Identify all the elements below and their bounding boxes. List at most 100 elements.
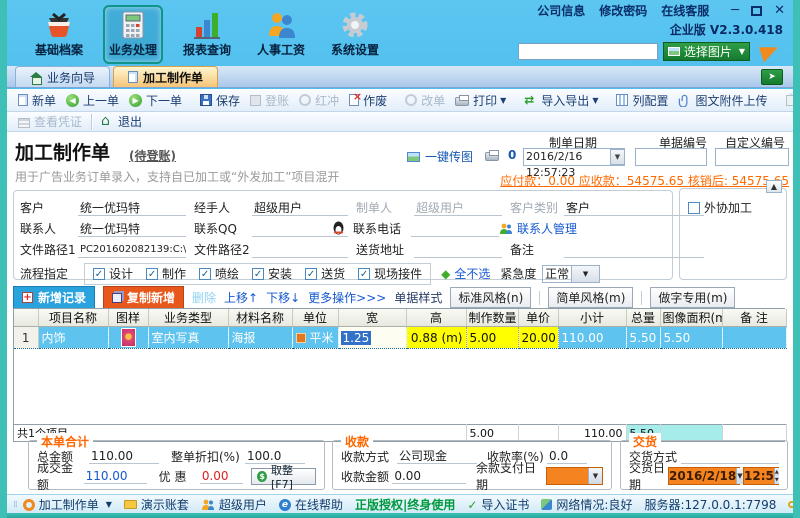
edition-version: 企业版 V2.3.0.418 [669,23,783,37]
date-dropdown-icon[interactable]: ▼ [610,149,625,165]
bar-chart-icon [194,13,220,39]
collapse-icon[interactable]: ▲ [766,180,782,193]
nav-item-hr-payroll[interactable]: 人事工资 [251,5,311,64]
nav-item-reports[interactable]: 报表查询 [177,5,237,64]
tab-business-wizard[interactable]: 业务向导 [15,66,111,87]
status-account[interactable]: 演示账套 [123,496,189,513]
save-button[interactable]: 保存 [195,91,245,110]
copy-add-button[interactable]: 复制新增 [103,286,185,309]
new-order-button[interactable]: 新单 [13,91,61,110]
select-none-link[interactable]: 全不选 [454,265,490,282]
spinner-up-icon[interactable]: ▲ [774,468,779,476]
change-password-link[interactable]: 修改密码 [599,2,647,19]
one-key-upload-link[interactable]: 一键传图 [407,148,473,165]
status-help[interactable]: e 在线帮助 [278,496,343,513]
copy-order-button[interactable]: 复制本单 [781,91,793,110]
status-doc-type[interactable]: 加工制作单 ▼ [22,496,112,513]
thumbnail-image[interactable] [120,328,136,347]
company-info-link[interactable]: 公司信息 [537,2,585,19]
custom-no-input[interactable] [715,148,789,166]
deal-amount-field[interactable]: 110.00 [83,469,147,484]
checkbox-outsourcing[interactable] [688,201,700,214]
delivery-time-spinner[interactable]: 12:5 ▲ ▼ [743,467,779,485]
reverse-button[interactable]: 红冲 [294,91,344,110]
pay-rate-field[interactable]: 0.0 [547,449,587,464]
column-config-button[interactable]: 列配置 [611,91,673,110]
post-button[interactable]: 登账 [245,91,294,110]
order-status-link[interactable]: (待登账) [129,147,176,164]
off-field[interactable]: 0.00 [199,469,244,484]
file-path2-field[interactable] [252,242,348,258]
nav-item-settings[interactable]: 系统设置 [325,5,385,64]
spinner-down-icon[interactable]: ▼ [774,476,779,484]
more-actions-link[interactable]: 更多操作>>> [308,289,386,306]
discount-label: 整单折扣(%) [171,449,240,464]
contact-manager-link[interactable]: 联系人管理 [517,220,577,237]
exit-button[interactable]: ⌂ 退出 [96,112,147,131]
online-service-link[interactable]: 在线客服 [661,2,709,19]
status-lock-screen[interactable]: 锁屏 [788,496,793,513]
color-swatch-icon [295,333,306,343]
copy-icon [112,292,123,303]
people-icon [269,13,295,38]
card-icon [123,500,137,509]
phone-field[interactable] [411,221,499,237]
toolbar-secondary: 查看凭证 ⌂ 退出 [7,112,793,132]
checkbox-install[interactable]: ✓ [252,267,265,280]
checkbox-spray[interactable]: ✓ [199,267,212,280]
outsourcing-panel: ▲ 外协加工 [679,180,787,280]
next-order-button[interactable]: ▶ 下一单 [124,91,187,110]
print-button[interactable]: 打印 ▼ [450,91,511,110]
move-up-link[interactable]: 上移↑ [224,289,258,306]
image-path-input[interactable] [517,43,658,60]
void-button[interactable]: 作废 [344,90,392,110]
pay-method-field[interactable]: 公司现金 [397,449,477,464]
move-down-link[interactable]: 下移↓ [266,289,300,306]
choose-image-button[interactable]: 选择图片 ▼ [662,42,750,61]
cell-biz-type: 室内写真 [148,326,229,349]
checkbox-onsite[interactable]: ✓ [358,267,371,280]
delivery-method-field[interactable] [681,449,779,464]
prev-order-button[interactable]: ◀ 上一单 [61,91,124,110]
checkbox-make[interactable]: ✓ [146,267,159,280]
file-path1-field[interactable]: PC201602082139:C:\U [78,242,186,258]
handler-field[interactable]: 超级用户 [252,200,348,216]
view-voucher-button[interactable]: 查看凭证 [13,112,87,131]
style-char-button[interactable]: 做字专用(m) [650,287,736,308]
tab-overflow-icon[interactable]: ➤ [761,69,783,85]
import-export-button[interactable]: ⇄ 导入导出 ▼ [519,91,603,110]
round-button[interactable]: $ 取整[F7] [251,464,316,491]
status-import-cert[interactable]: ✓ 导入证书 [467,496,529,513]
printer-icon[interactable] [485,150,499,161]
delete-link[interactable]: 删除 [192,289,216,306]
customer-label: 客户 [20,201,45,215]
attachment-upload-button[interactable]: 图文附件上传 [673,91,772,110]
add-record-button[interactable]: + 新增记录 [13,286,96,309]
tab-processing-order[interactable]: 加工制作单 [113,66,219,87]
pay-amount-field[interactable]: 0.00 [392,469,466,484]
doc-no-input[interactable] [635,148,707,166]
style-standard-button[interactable]: 标准风格(n) [450,287,532,308]
customer-type-label: 客户类别 [510,201,559,215]
horn-icon[interactable] [758,41,782,62]
delivery-address-field[interactable] [414,242,502,258]
checkbox-deliver[interactable]: ✓ [305,267,318,280]
nav-item-base-files[interactable]: 基础档案 [29,5,89,64]
status-user[interactable]: 超级用户 [201,496,267,513]
customer-field[interactable]: 统一优玛特 [78,200,186,216]
cell-width-edit[interactable]: 1.25 [338,326,407,349]
close-icon[interactable]: ✕ [774,4,785,17]
table-row[interactable]: 1 内饰 室内写真 海报 平米 1.25 0.88 (m) 5.00 20.00… [14,326,787,349]
due-date-select[interactable]: ▼ [546,467,603,485]
checkbox-design[interactable]: ✓ [93,267,105,280]
maximize-icon[interactable] [751,5,763,16]
urgency-select[interactable]: 正常 ▼ [542,264,601,283]
nav-item-business[interactable]: 业务处理 [103,5,163,64]
style-simple-button[interactable]: 简单风格(m) [548,287,634,308]
delivery-date-select[interactable]: 2016/2/18 ▼ [668,467,743,485]
qq-icon[interactable] [332,221,345,236]
modify-button[interactable]: 改单 [400,91,450,110]
contact-field[interactable]: 统一优玛特 [78,221,186,237]
process-label: 流程指定 [20,267,69,281]
minimize-icon[interactable]: ─ [731,4,739,17]
